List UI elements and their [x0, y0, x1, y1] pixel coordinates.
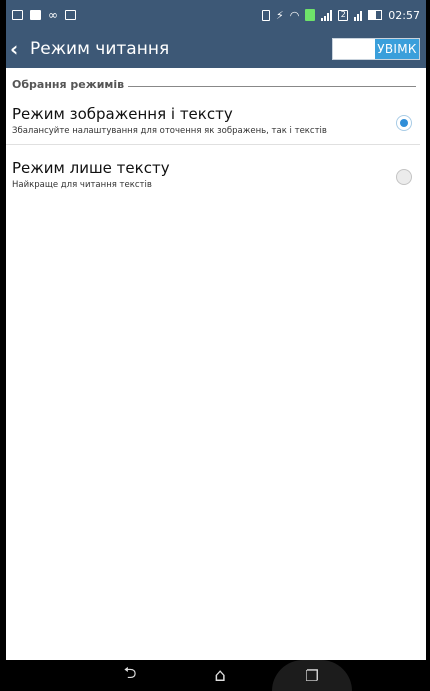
back-icon[interactable]: ⮌ — [110, 660, 150, 691]
vibrate-icon — [261, 9, 270, 21]
navigation-bar: ⮌ ⌂ ❐ — [0, 660, 430, 691]
toggle-on-label: УВІМК — [375, 39, 419, 59]
option-text-only[interactable]: Режим лише тексту Найкраще для читання т… — [6, 145, 420, 198]
recents-icon[interactable]: ❐ — [272, 660, 352, 691]
app-bar: ‹ Режим читання УВІМК — [6, 30, 426, 68]
toggle-off-track — [333, 39, 375, 59]
section-header: Обрання режимів — [6, 68, 426, 91]
signal-bars-2-icon — [354, 10, 363, 21]
screen: ∞ ⚡ ◠ 2 02:57 ‹ Режим читання УВІМК Обра… — [6, 0, 426, 660]
infinity-notification-icon: ∞ — [48, 8, 58, 22]
section-divider — [128, 86, 416, 87]
window-notification-icon — [65, 10, 76, 20]
home-icon[interactable]: ⌂ — [200, 660, 240, 691]
calendar-notification-icon — [12, 10, 23, 20]
option-subtitle: Найкраще для читання текстів — [12, 180, 152, 190]
device-frame: ∞ ⚡ ◠ 2 02:57 ‹ Режим читання УВІМК Обра… — [0, 0, 430, 691]
option-title: Режим лише тексту — [12, 159, 170, 177]
signal-off-icon: ⚡ — [275, 8, 284, 22]
signal-bars-icon — [321, 9, 333, 21]
document-notification-icon — [30, 10, 41, 20]
status-bar: ∞ ⚡ ◠ 2 02:57 — [6, 0, 426, 30]
back-arrow-icon[interactable]: ‹ — [10, 39, 26, 59]
radio-unselected-icon[interactable] — [396, 169, 412, 185]
wifi-icon: ◠ — [289, 8, 300, 22]
sim-2-icon: 2 — [338, 9, 349, 21]
option-title: Режим зображення і тексту — [12, 105, 233, 123]
option-image-and-text[interactable]: Режим зображення і тексту Збалансуйте на… — [6, 91, 420, 145]
radio-selected-icon[interactable] — [396, 115, 412, 131]
page-title: Режим читання — [30, 39, 170, 59]
battery-icon — [368, 10, 383, 20]
reading-mode-toggle[interactable]: УВІМК — [332, 38, 420, 60]
clock: 02:57 — [388, 8, 420, 22]
sim-green-icon — [305, 9, 316, 21]
section-header-label: Обрання режимів — [12, 78, 125, 91]
option-subtitle: Збалансуйте налаштування для оточення як… — [12, 126, 327, 136]
